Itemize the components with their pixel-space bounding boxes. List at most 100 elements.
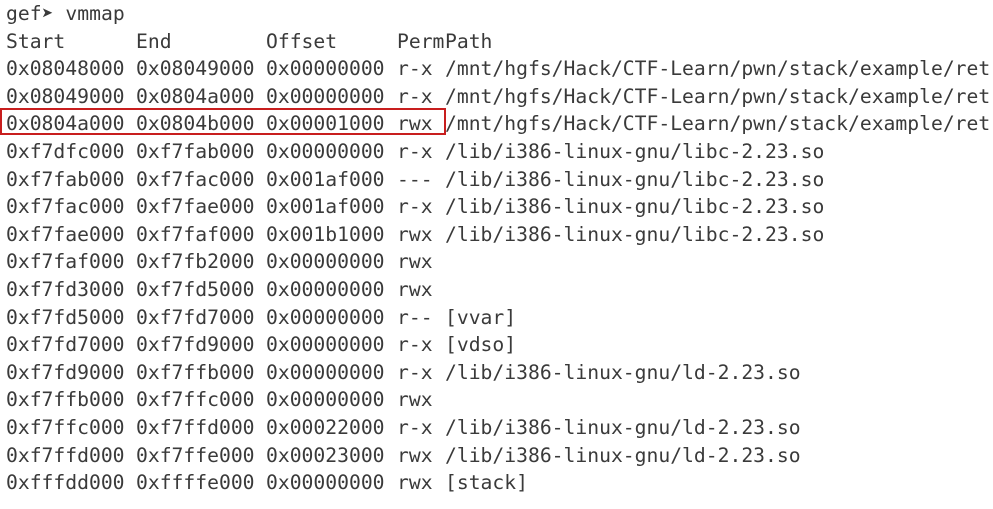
row-perm: r-x	[397, 333, 433, 357]
row-start: 0xf7ffd000	[6, 443, 125, 467]
table-row: 0xf7fab000 0xf7fac000 0x001af000 --- /lib/i3…	[0, 166, 993, 194]
row-perm: r-x	[397, 139, 433, 163]
row-offset: 0x00000000	[266, 388, 385, 412]
row-path: /lib/i386-linux-gnu/libc-2.23.so	[445, 167, 825, 191]
row-path: /lib/i386-linux-gnu/ld-2.23.so	[445, 360, 801, 384]
row-offset: 0x00023000	[266, 443, 385, 467]
row-start: 0x0804a000	[6, 112, 125, 136]
row-offset: 0x00000000	[266, 84, 385, 108]
prompt-name: gef	[6, 2, 42, 25]
row-perm: rwx	[397, 388, 433, 412]
row-offset: 0x001af000	[266, 195, 385, 219]
row-end: 0x0804a000	[136, 84, 255, 108]
row-offset: 0x00000000	[266, 139, 385, 163]
row-start: 0xf7ffc000	[6, 415, 125, 439]
row-end: 0xf7ffe000	[136, 443, 255, 467]
row-end: 0xf7fae000	[136, 195, 255, 219]
row-path: /lib/i386-linux-gnu/ld-2.23.so	[445, 415, 801, 439]
row-offset: 0x00000000	[266, 277, 385, 301]
row-path: /lib/i386-linux-gnu/libc-2.23.so	[445, 139, 825, 163]
row-start: 0xf7ffb000	[6, 388, 125, 412]
row-perm: r-x	[397, 415, 433, 439]
header-end: End	[136, 29, 172, 53]
table-row: 0xf7ffd000 0xf7ffe000 0x00023000 rwx/lib/i3…	[0, 442, 993, 470]
row-end: 0xf7fd7000	[136, 305, 255, 329]
table-row: 0xf7fac000 0xf7fae000 0x001af000 r-x/lib/i3…	[0, 193, 993, 221]
row-offset: 0x00000000	[266, 360, 385, 384]
row-end: 0xf7fab000	[136, 139, 255, 163]
row-offset: 0x00000000	[266, 333, 385, 357]
row-perm: ---	[397, 167, 433, 191]
row-start: 0xf7fd7000	[6, 333, 125, 357]
row-offset: 0x001af000	[266, 167, 385, 191]
row-path: [stack]	[445, 471, 528, 495]
row-perm: rwx	[397, 471, 433, 495]
row-start: 0xf7fd5000	[6, 305, 125, 329]
table-header: Start End Offset PermPath	[0, 28, 993, 56]
row-offset: 0x00000000	[266, 250, 385, 274]
row-end: 0x0804b000	[136, 112, 255, 136]
row-path: /mnt/hgfs/Hack/CTF-Learn/pwn/stack/examp…	[445, 112, 991, 136]
row-path: /lib/i386-linux-gnu/ld-2.23.so	[445, 443, 801, 467]
table-row: 0xf7dfc000 0xf7fab000 0x00000000 r-x/lib/i3…	[0, 138, 993, 166]
table-row: 0xf7fae000 0xf7faf000 0x001b1000 rwx/lib/i3…	[0, 221, 993, 249]
table-row: 0xf7fd3000 0xf7fd5000 0x00000000 rwx	[0, 276, 993, 304]
row-start: 0xf7fac000	[6, 195, 125, 219]
row-path: /mnt/hgfs/Hack/CTF-Learn/pwn/stack/examp…	[445, 57, 991, 81]
row-path: /lib/i386-linux-gnu/libc-2.23.so	[445, 222, 825, 246]
row-perm: r-x	[397, 360, 433, 384]
row-start: 0xf7fd9000	[6, 360, 125, 384]
table-row: 0x08048000 0x08049000 0x00000000 r-x/mnt/hg…	[0, 55, 993, 83]
row-offset: 0x00000000	[266, 471, 385, 495]
row-offset: 0x00022000	[266, 415, 385, 439]
row-perm: rwx	[397, 222, 433, 246]
row-start: 0xfffdd000	[6, 471, 125, 495]
table-row: 0xf7fd9000 0xf7ffb000 0x00000000 r-x/lib/i3…	[0, 359, 993, 387]
prompt-line: gef➤ vmmap	[0, 0, 993, 28]
row-perm: r--	[397, 305, 433, 329]
table-row: 0xf7fd7000 0xf7fd9000 0x00000000 r-x [vdso]	[0, 331, 993, 359]
row-start: 0xf7faf000	[6, 250, 125, 274]
row-perm: rwx	[397, 250, 433, 274]
row-end: 0xf7ffd000	[136, 415, 255, 439]
row-start: 0xf7fab000	[6, 167, 125, 191]
row-path: /mnt/hgfs/Hack/CTF-Learn/pwn/stack/examp…	[445, 84, 991, 108]
prompt-arrow-icon: ➤	[41, 2, 54, 25]
table-row: 0xf7fd5000 0xf7fd7000 0x00000000 r-- [vvar]	[0, 304, 993, 332]
row-end: 0x08049000	[136, 57, 255, 81]
row-end: 0xffffe000	[136, 471, 255, 495]
row-end: 0xf7fd9000	[136, 333, 255, 357]
row-start: 0x08049000	[6, 84, 125, 108]
header-path: Path	[445, 29, 493, 53]
row-perm: rwx	[397, 277, 433, 301]
row-offset: 0x00000000	[266, 57, 385, 81]
row-start: 0xf7dfc000	[6, 139, 125, 163]
table-row: 0x0804a000 0x0804b000 0x00001000 rwx/mnt/hg…	[0, 110, 993, 138]
row-perm: r-x	[397, 195, 433, 219]
header-perm: Perm	[397, 29, 445, 53]
row-end: 0xf7fd5000	[136, 277, 255, 301]
row-offset: 0x001b1000	[266, 222, 385, 246]
row-end: 0xf7ffb000	[136, 360, 255, 384]
header-start: Start	[6, 29, 66, 53]
table-row: 0xf7ffc000 0xf7ffd000 0x00022000 r-x/lib/i3…	[0, 414, 993, 442]
row-end: 0xf7fb2000	[136, 250, 255, 274]
header-offset: Offset	[266, 29, 338, 53]
row-offset: 0x00000000	[266, 305, 385, 329]
table-row: 0xf7faf000 0xf7fb2000 0x00000000 rwx	[0, 248, 993, 276]
terminal-window[interactable]: gef➤ vmmap Start End Offset PermPath 0x08048…	[0, 0, 993, 509]
memory-map-table: 0x08048000 0x08049000 0x00000000 r-x/mnt/hg…	[0, 55, 993, 497]
row-perm: rwx	[397, 443, 433, 467]
row-start: 0x08048000	[6, 57, 125, 81]
table-row: 0xfffdd000 0xffffe000 0x00000000 rwx [stack]	[0, 469, 993, 497]
table-row: 0x08049000 0x0804a000 0x00000000 r-x/mnt/hg…	[0, 83, 993, 111]
table-row: 0xf7ffb000 0xf7ffc000 0x00000000 rwx	[0, 386, 993, 414]
row-path: /lib/i386-linux-gnu/libc-2.23.so	[445, 195, 825, 219]
row-end: 0xf7faf000	[136, 222, 255, 246]
row-perm: r-x	[397, 84, 433, 108]
row-start: 0xf7fd3000	[6, 277, 125, 301]
row-offset: 0x00001000	[266, 112, 385, 136]
row-path: [vdso]	[445, 333, 517, 357]
row-end: 0xf7ffc000	[136, 388, 255, 412]
row-perm: rwx	[397, 112, 433, 136]
